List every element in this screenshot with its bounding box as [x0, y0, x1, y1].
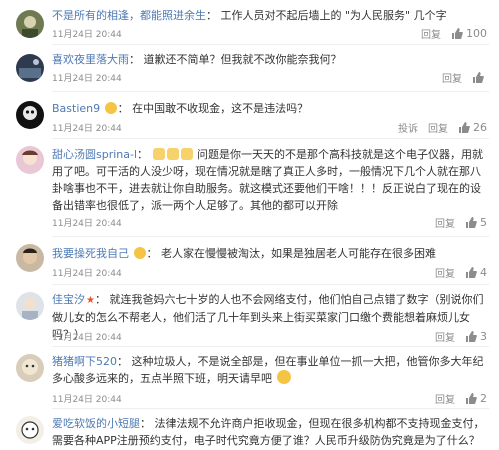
reply-button[interactable]: 回复 [435, 265, 455, 280]
divider [52, 284, 489, 285]
comment-time: 11月24日 20:44 [52, 269, 122, 279]
smile-emoji-icon [133, 247, 146, 259]
comment-item: 不是所有的相逢，都能照进余生： 工作人员对不起后墙上的 "为人民服务" 几个字 … [0, 0, 499, 48]
like-count: 26 [473, 121, 487, 134]
comment-item: 爱吃软饭的小短腿： 法律法规不允许商户拒收现金，但现在很多机构都不支持现金支付，… [0, 410, 499, 450]
comment-time: 11月24日 20:44 [52, 395, 122, 405]
comment-item: 我要操死我自己 ： 老人家在慢慢被淘汰，如果是独居老人可能存在很多困难 11月2… [0, 238, 499, 284]
avatar[interactable] [16, 292, 44, 320]
divider [52, 138, 489, 139]
like-count: 5 [480, 216, 487, 229]
like-count: 4 [480, 266, 487, 279]
thumbs-up-icon [452, 28, 463, 39]
avatar[interactable] [16, 146, 44, 174]
like-button[interactable]: 26 [458, 121, 487, 134]
cat-emoji-icon [166, 148, 179, 160]
comment-item: 喜欢夜里落大雨： 道歉还不简单？但我就不改你能奈我何？ 11月24日 20:44… [0, 46, 499, 92]
star-badge-icon: ★ [86, 295, 95, 306]
like-button[interactable]: 4 [465, 266, 487, 279]
reply-button[interactable]: 回复 [421, 26, 441, 41]
comment-item: Bastien9 ： 在中国敢不收现金，这不是违法吗？ 11月24日 20:44… [0, 93, 499, 139]
username[interactable]: 喜欢夜里落大雨 [52, 53, 129, 66]
comment-time: 11月24日 20:44 [52, 124, 122, 134]
cat-emoji-icon [152, 148, 165, 160]
avatar[interactable] [16, 10, 44, 38]
avatar[interactable] [16, 101, 44, 129]
comment-time: 11月24日 20:44 [52, 333, 122, 343]
thumbs-up-icon [466, 393, 477, 404]
thumbs-up-icon [466, 267, 477, 278]
comment-time: 11月24日 20:44 [52, 30, 122, 40]
thumbs-up-icon [466, 217, 477, 228]
username[interactable]: 甜心汤圆sprina-l [52, 148, 137, 161]
like-count: 2 [480, 392, 487, 405]
comment-time: 11月24日 20:44 [52, 219, 122, 229]
reply-button[interactable]: 回复 [435, 215, 455, 230]
thumbs-up-icon [466, 331, 477, 342]
like-count: 100 [466, 27, 487, 40]
comment-item: 猪猪啊下520： 这种垃圾人，不是说全部是，但在事业单位一抓一大把，他管你多大年… [0, 348, 499, 406]
avatar[interactable] [16, 354, 44, 382]
smile-emoji-icon [104, 102, 117, 114]
divider [52, 408, 489, 409]
like-button[interactable] [472, 72, 487, 83]
username[interactable]: 猪猪啊下520 [52, 355, 117, 368]
report-button[interactable]: 投诉 [398, 120, 418, 135]
reply-button[interactable]: 回复 [435, 329, 455, 344]
thumbs-up-icon [459, 122, 470, 133]
avatar[interactable] [16, 54, 44, 82]
reply-button[interactable]: 回复 [442, 70, 462, 85]
divider [52, 236, 489, 237]
avatar[interactable] [16, 416, 44, 444]
divider [52, 91, 489, 92]
username[interactable]: 我要操死我自己 [52, 247, 129, 260]
smile-emoji-icon [276, 370, 291, 384]
username[interactable]: 爱吃软饭的小短腿 [52, 417, 140, 430]
comment-item: 甜心汤圆sprina-l： 问题是你一天天的不是那个高科技就是这个电子仪器，用就… [0, 140, 499, 230]
comment-text: 在中国敢不收现金，这不是违法吗？ [132, 102, 309, 115]
divider [52, 346, 489, 347]
comment-text: 道歉还不简单？但我就不改你能奈我何？ [143, 53, 342, 66]
like-button[interactable]: 5 [465, 216, 487, 229]
reply-button[interactable]: 回复 [435, 391, 455, 406]
cat-emoji-icon [180, 148, 193, 160]
reply-button[interactable]: 回复 [428, 120, 448, 135]
username[interactable]: Bastien9 [52, 102, 100, 115]
like-button[interactable]: 2 [465, 392, 487, 405]
comment-item: 佳宝汐★： 就连我爸妈六七十岁的人也不会网络支付，他们怕自己点错了数字（别说你们… [0, 286, 499, 344]
comment-time: 11月24日 20:44 [52, 74, 122, 84]
like-button[interactable]: 3 [465, 330, 487, 343]
comment-text: 老人家在慢慢被淘汰，如果是独居老人可能存在很多困难 [161, 247, 436, 260]
like-count: 3 [480, 330, 487, 343]
thumbs-up-icon [473, 72, 484, 83]
avatar[interactable] [16, 244, 44, 272]
comment-text: 工作人员对不起后墙上的 "为人民服务" 几个字 [220, 9, 447, 22]
username[interactable]: 不是所有的相逢，都能照进余生 [52, 9, 206, 22]
username[interactable]: 佳宝汐 [52, 293, 85, 306]
like-button[interactable]: 100 [451, 27, 487, 40]
divider [52, 44, 489, 45]
